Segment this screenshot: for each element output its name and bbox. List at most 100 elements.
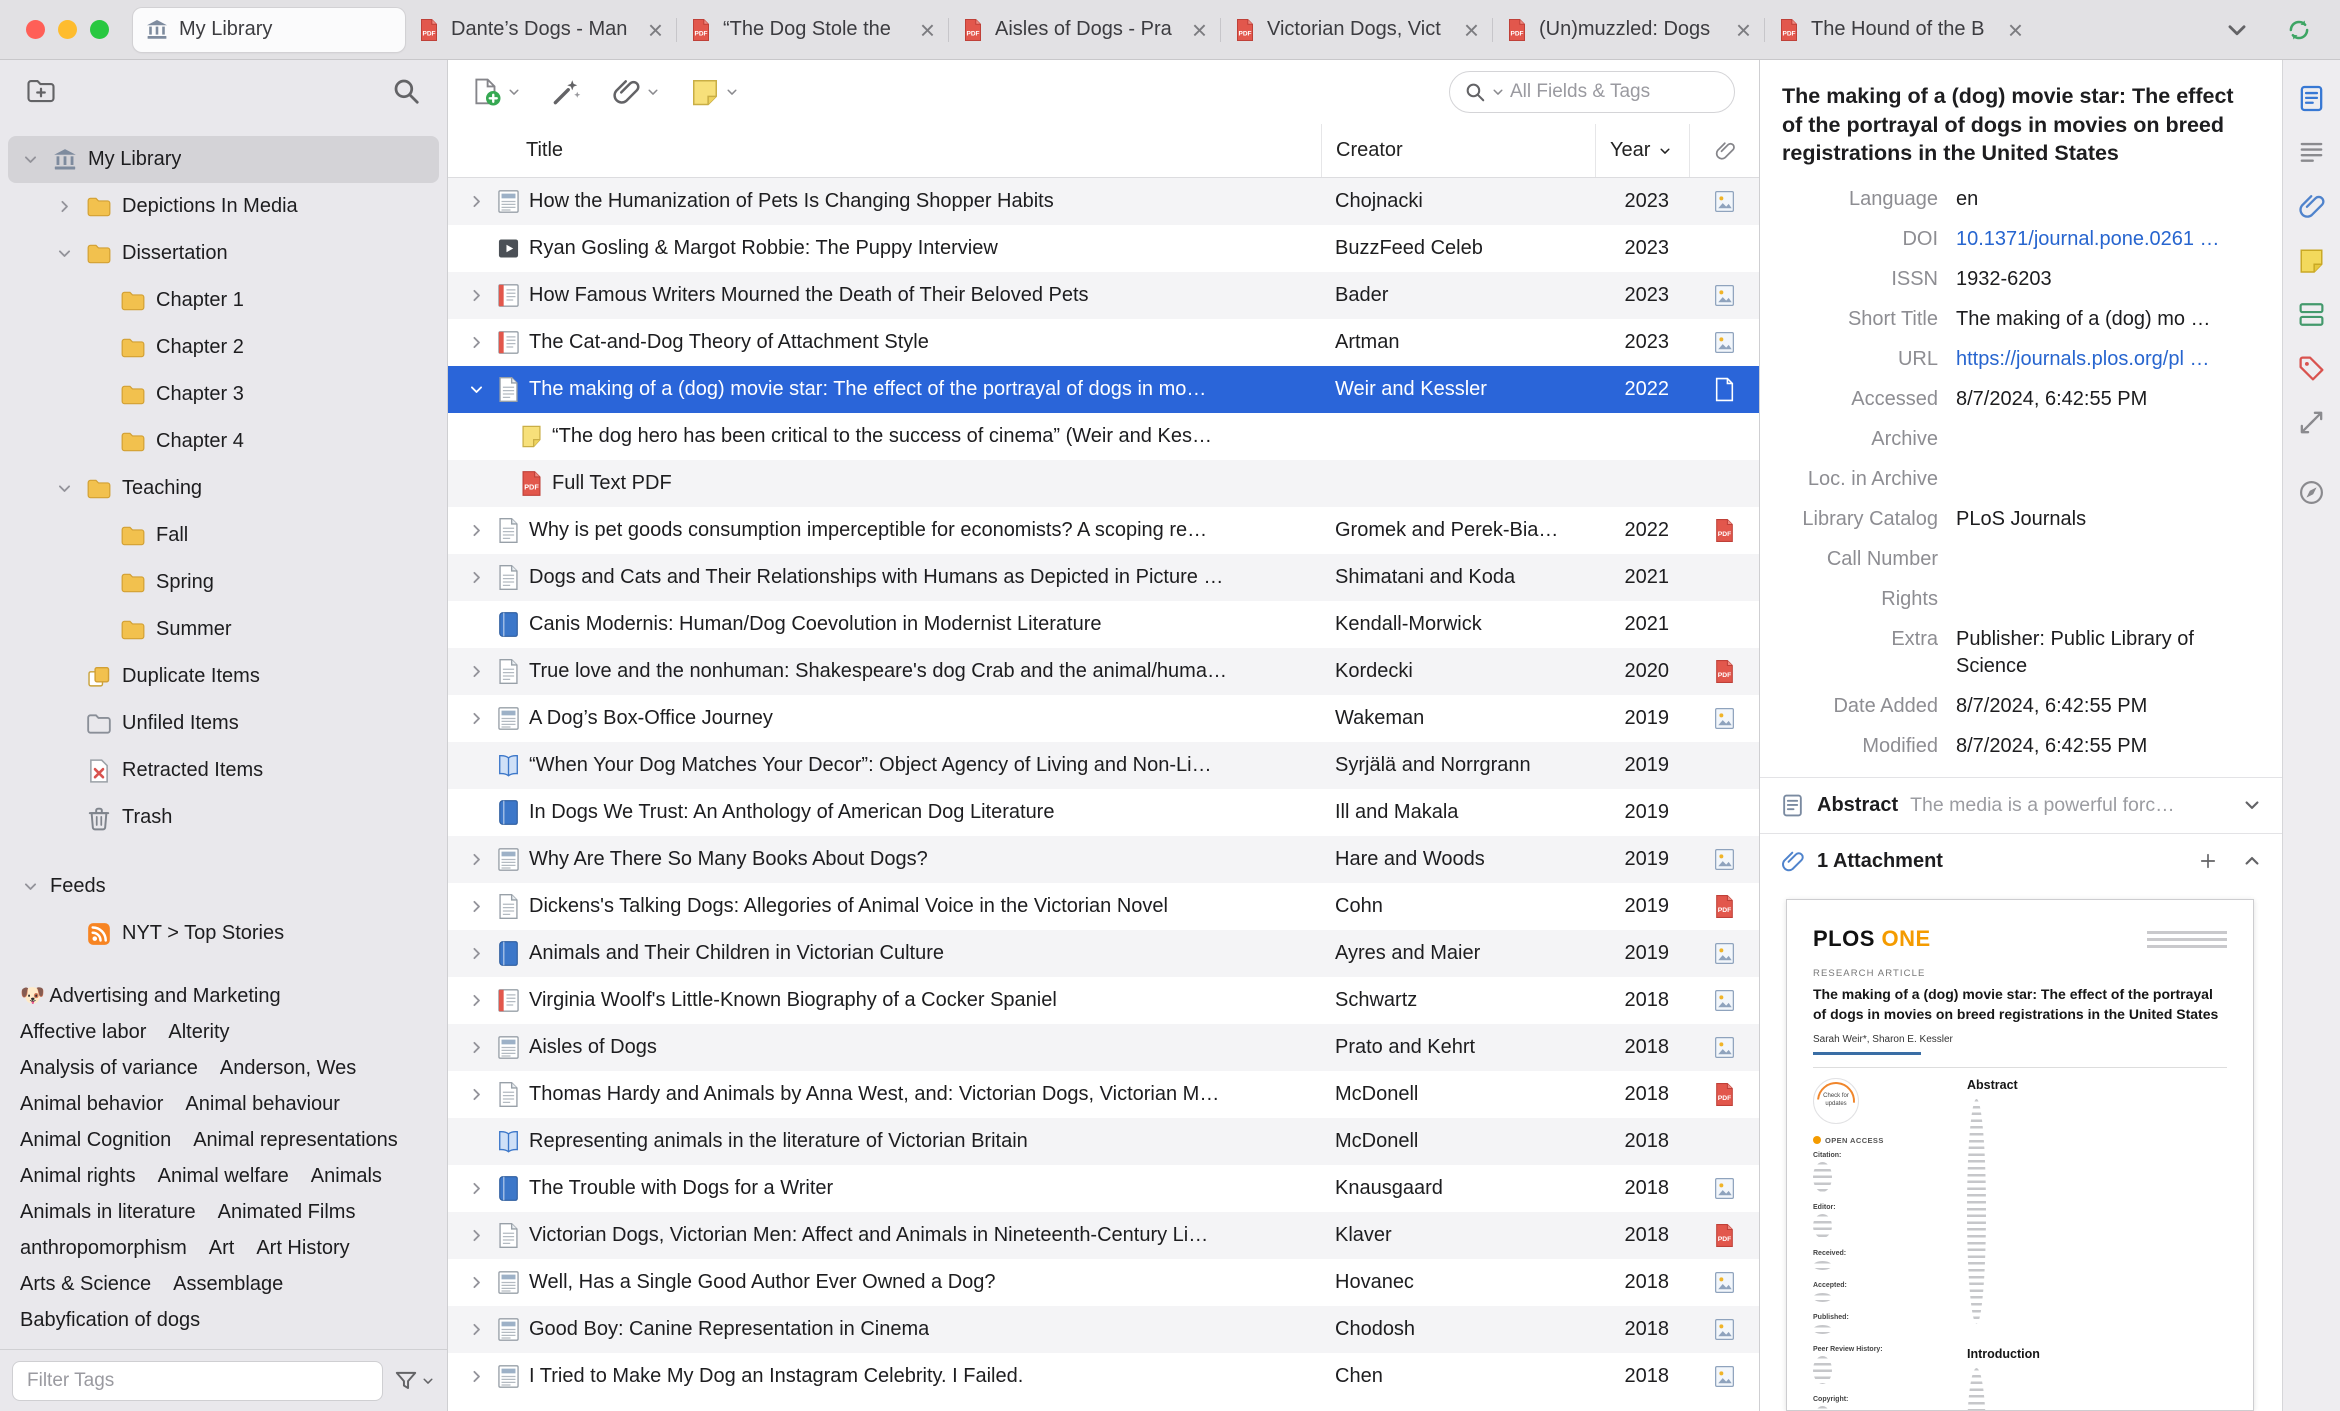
expand-item-twisty[interactable] bbox=[464, 992, 488, 1009]
tab-close-button[interactable]: × bbox=[1190, 17, 1209, 43]
sidenav-libraries-collections-button[interactable] bbox=[2297, 300, 2326, 329]
item-row[interactable]: Representing animals in the literature o… bbox=[448, 1118, 1759, 1165]
tag-item[interactable]: Animal welfare bbox=[158, 1165, 289, 1188]
chevron-down-icon[interactable] bbox=[18, 151, 42, 168]
item-row[interactable]: The Cat-and-Dog Theory of Attachment Sty… bbox=[448, 319, 1759, 366]
expand-item-twisty[interactable] bbox=[464, 522, 488, 539]
expand-item-twisty[interactable] bbox=[464, 1227, 488, 1244]
chevron-down-icon[interactable] bbox=[52, 245, 76, 262]
collection-dissertation[interactable]: Dissertation bbox=[8, 230, 439, 277]
tab-close-button[interactable]: × bbox=[2006, 17, 2025, 43]
item-row[interactable]: Victorian Dogs, Victorian Men: Affect an… bbox=[448, 1212, 1759, 1259]
column-header-year[interactable]: Year bbox=[1595, 124, 1689, 177]
tag-item[interactable]: Arts & Science bbox=[20, 1273, 151, 1296]
search-input[interactable] bbox=[1510, 81, 1720, 103]
attachment-row[interactable]: PDF Full Text PDF bbox=[448, 460, 1759, 507]
expand-item-twisty[interactable] bbox=[464, 334, 488, 351]
sidenav-related-button[interactable] bbox=[2297, 408, 2326, 437]
item-row[interactable]: Thomas Hardy and Animals by Anna West, a… bbox=[448, 1071, 1759, 1118]
sidenav-tags-button[interactable] bbox=[2297, 354, 2326, 383]
attachment-preview[interactable]: PLOS ONE RESEARCH ARTICLE The making of … bbox=[1760, 889, 2282, 1411]
search-box[interactable] bbox=[1449, 71, 1735, 113]
collection-my-library[interactable]: My Library bbox=[8, 136, 439, 183]
item-row[interactable]: Aisles of Dogs Prato and Kehrt 2018 bbox=[448, 1024, 1759, 1071]
add-attachment-button[interactable] bbox=[2198, 851, 2218, 871]
add-by-identifier-button[interactable] bbox=[551, 77, 581, 107]
new-collection-button[interactable] bbox=[26, 76, 56, 106]
expand-item-twisty[interactable] bbox=[464, 1086, 488, 1103]
field-value[interactable]: 1932-6203 bbox=[1956, 266, 2258, 293]
tab-close-button[interactable]: × bbox=[918, 17, 937, 43]
item-row[interactable]: In Dogs We Trust: An Anthology of Americ… bbox=[448, 789, 1759, 836]
sidenav-abstract-button[interactable] bbox=[2297, 138, 2326, 167]
tab-the-dog-stole-the[interactable]: PDF “The Dog Stole the × bbox=[676, 8, 949, 52]
tag-item[interactable]: Animals bbox=[311, 1165, 382, 1188]
tag-item[interactable]: Anderson, Wes bbox=[220, 1057, 356, 1080]
field-value[interactable]: Publisher: Public Library of Science bbox=[1956, 626, 2258, 680]
collection-summer[interactable]: Summer bbox=[8, 606, 439, 653]
expand-item-twisty[interactable] bbox=[464, 1368, 488, 1385]
field-value[interactable]: en bbox=[1956, 186, 2258, 213]
item-row[interactable]: Ryan Gosling & Margot Robbie: The Puppy … bbox=[448, 225, 1759, 272]
item-row[interactable]: Why is pet goods consumption imperceptib… bbox=[448, 507, 1759, 554]
expand-item-twisty[interactable] bbox=[464, 1274, 488, 1291]
expand-item-twisty[interactable] bbox=[464, 1321, 488, 1338]
column-header-creator[interactable]: Creator bbox=[1321, 124, 1595, 177]
item-row[interactable]: The making of a (dog) movie star: The ef… bbox=[448, 366, 1759, 413]
tag-filter-input[interactable] bbox=[12, 1360, 383, 1401]
tab-aisles-of-dogs-pra[interactable]: PDF Aisles of Dogs - Pra × bbox=[948, 8, 1221, 52]
tag-item[interactable]: Alterity bbox=[168, 1021, 229, 1044]
expand-item-twisty[interactable] bbox=[464, 945, 488, 962]
tab-the-hound-of-the-b[interactable]: PDF The Hound of the B × bbox=[1764, 8, 2037, 52]
expand-item-twisty[interactable] bbox=[464, 710, 488, 727]
tag-item[interactable]: Affective labor bbox=[20, 1021, 146, 1044]
column-header-attachments[interactable] bbox=[1689, 124, 1759, 177]
collection-duplicate-items[interactable]: Duplicate Items bbox=[8, 653, 439, 700]
sidenav-attachments-button[interactable] bbox=[2297, 192, 2326, 221]
tag-item[interactable]: anthropomorphism bbox=[20, 1237, 187, 1260]
collection-feeds[interactable]: Feeds bbox=[8, 863, 439, 910]
tag-item[interactable]: Art bbox=[209, 1237, 235, 1260]
tab-my-library[interactable]: My Library bbox=[133, 7, 405, 52]
attachment-row[interactable]: “The dog hero has been critical to the s… bbox=[448, 413, 1759, 460]
item-row[interactable]: Dickens's Talking Dogs: Allegories of An… bbox=[448, 883, 1759, 930]
expand-item-twisty[interactable] bbox=[464, 287, 488, 304]
expand-item-twisty[interactable] bbox=[464, 898, 488, 915]
sidenav-locate-button[interactable] bbox=[2297, 478, 2326, 507]
expand-item-twisty[interactable] bbox=[464, 1180, 488, 1197]
item-row[interactable]: I Tried to Make My Dog an Instagram Cele… bbox=[448, 1353, 1759, 1400]
collection-unfiled-items[interactable]: Unfiled Items bbox=[8, 700, 439, 747]
collection-trash[interactable]: Trash bbox=[8, 794, 439, 841]
field-value[interactable] bbox=[1956, 466, 2258, 493]
tag-filter-options-button[interactable] bbox=[393, 1368, 435, 1394]
sidenav-info-button[interactable] bbox=[2297, 84, 2326, 113]
new-attachment-button[interactable] bbox=[611, 77, 660, 107]
close-window-button[interactable] bbox=[26, 20, 45, 39]
expand-item-twisty[interactable] bbox=[464, 193, 488, 210]
item-row[interactable]: Dogs and Cats and Their Relationships wi… bbox=[448, 554, 1759, 601]
tag-item[interactable]: Animated Films bbox=[218, 1201, 356, 1224]
collapse-attachments-button[interactable] bbox=[2242, 851, 2262, 871]
field-value[interactable]: 8/7/2024, 6:42:55 PM bbox=[1956, 693, 2258, 720]
collection-spring[interactable]: Spring bbox=[8, 559, 439, 606]
tag-item[interactable]: Animal Cognition bbox=[20, 1129, 171, 1152]
tag-item[interactable]: Animal behavior bbox=[20, 1093, 163, 1116]
chevron-down-icon[interactable] bbox=[52, 480, 76, 497]
collection-depictions-in-media[interactable]: Depictions In Media bbox=[8, 183, 439, 230]
tag-item[interactable]: 🐶 Advertising and Marketing bbox=[20, 983, 281, 1008]
tab-close-button[interactable]: × bbox=[1734, 17, 1753, 43]
item-row[interactable]: True love and the nonhuman: Shakespeare'… bbox=[448, 648, 1759, 695]
item-row[interactable]: How the Humanization of Pets Is Changing… bbox=[448, 178, 1759, 225]
field-value[interactable]: 8/7/2024, 6:42:55 PM bbox=[1956, 386, 2258, 413]
field-value[interactable]: https://journals.plos.org/pl … bbox=[1956, 346, 2258, 373]
tab-un-muzzled-dogs[interactable]: PDF (Un)muzzled: Dogs × bbox=[1492, 8, 1765, 52]
field-value[interactable]: 10.1371/journal.pone.0261 … bbox=[1956, 226, 2258, 253]
tag-item[interactable]: Assemblage bbox=[173, 1273, 283, 1296]
item-row[interactable]: Why Are There So Many Books About Dogs? H… bbox=[448, 836, 1759, 883]
attachments-section-header[interactable]: 1 Attachment bbox=[1760, 832, 2282, 889]
item-row[interactable]: Canis Modernis: Human/Dog Coevolution in… bbox=[448, 601, 1759, 648]
collection-retracted-items[interactable]: Retracted Items bbox=[8, 747, 439, 794]
tab-dante-s-dogs-man[interactable]: PDF Dante’s Dogs - Man × bbox=[405, 8, 677, 52]
collection-chapter-1[interactable]: Chapter 1 bbox=[8, 277, 439, 324]
tag-item[interactable]: Animal representations bbox=[193, 1129, 398, 1152]
